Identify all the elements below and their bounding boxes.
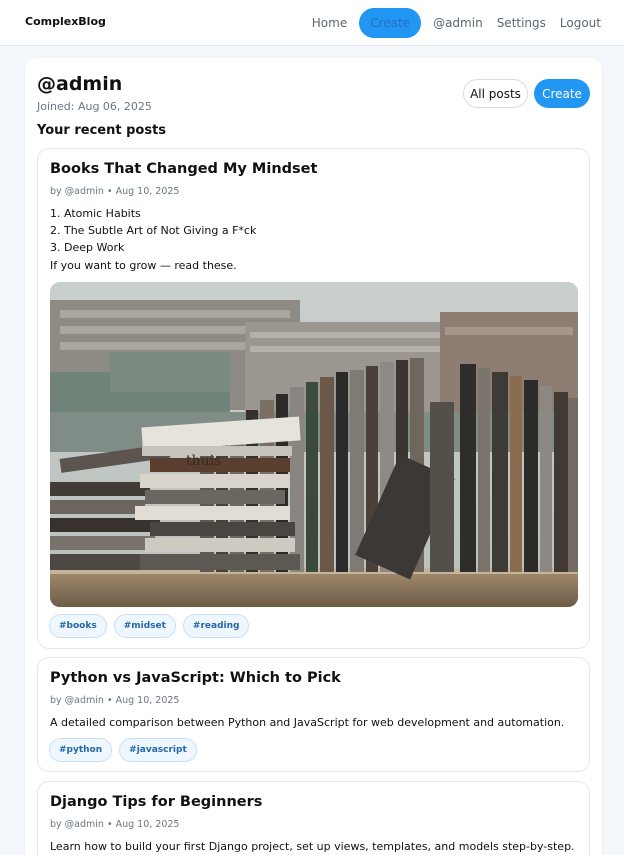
post-body-line: 2. The Subtle Art of Not Giving a F*ck: [50, 224, 257, 237]
post-title[interactable]: Books That Changed My Mindset: [50, 161, 317, 177]
tag-chip[interactable]: #midset: [113, 614, 176, 638]
post-meta: by @admin • Aug 10, 2025: [50, 186, 180, 197]
post-title[interactable]: Django Tips for Beginners: [50, 794, 262, 810]
profile-username: @admin: [37, 73, 123, 95]
post-tags: #python #javascript: [49, 738, 197, 762]
tag-chip[interactable]: #javascript: [119, 738, 197, 762]
top-navbar: ComplexBlog Home Create @admin Settings …: [0, 0, 624, 46]
profile-joined-date: Joined: Aug 06, 2025: [37, 100, 152, 113]
brand-logo[interactable]: ComplexBlog: [25, 15, 106, 28]
post-card[interactable]: Django Tips for Beginners by @admin • Au…: [37, 781, 590, 855]
tag-chip[interactable]: #reading: [182, 614, 250, 638]
post-body-line: 1. Atomic Habits: [50, 207, 141, 220]
post-card[interactable]: Books That Changed My Mindset by @admin …: [37, 148, 590, 649]
nav-settings-link[interactable]: Settings: [495, 8, 548, 38]
nav-home-link[interactable]: Home: [310, 8, 349, 38]
post-card[interactable]: Python vs JavaScript: Which to Pick by @…: [37, 657, 590, 772]
nav-links: Home Create @admin Settings Logout: [310, 8, 603, 38]
post-body-line: If you want to grow — read these.: [50, 259, 237, 272]
book-spine-label: thuis: [186, 453, 221, 469]
recent-posts-heading: Your recent posts: [37, 123, 167, 138]
post-meta: by @admin • Aug 10, 2025: [50, 819, 180, 830]
post-body-line: 3. Deep Work: [50, 241, 125, 254]
post-title[interactable]: Python vs JavaScript: Which to Pick: [50, 670, 341, 686]
create-post-button[interactable]: Create: [534, 79, 590, 108]
tag-chip[interactable]: #python: [49, 738, 113, 762]
post-image[interactable]: thuis: [50, 282, 578, 607]
tag-chip[interactable]: #books: [49, 614, 107, 638]
post-tags: #books #midset #reading: [49, 614, 250, 638]
all-posts-button[interactable]: All posts: [463, 79, 528, 108]
nav-profile-link[interactable]: @admin: [431, 8, 485, 38]
nav-create-button[interactable]: Create: [359, 8, 422, 38]
post-body-line: Learn how to build your first Django pro…: [50, 840, 575, 853]
post-meta: by @admin • Aug 10, 2025: [50, 695, 180, 706]
books-photo: thuis: [50, 282, 578, 607]
nav-logout-link[interactable]: Logout: [558, 8, 603, 38]
post-body-line: A detailed comparison between Python and…: [50, 716, 565, 729]
